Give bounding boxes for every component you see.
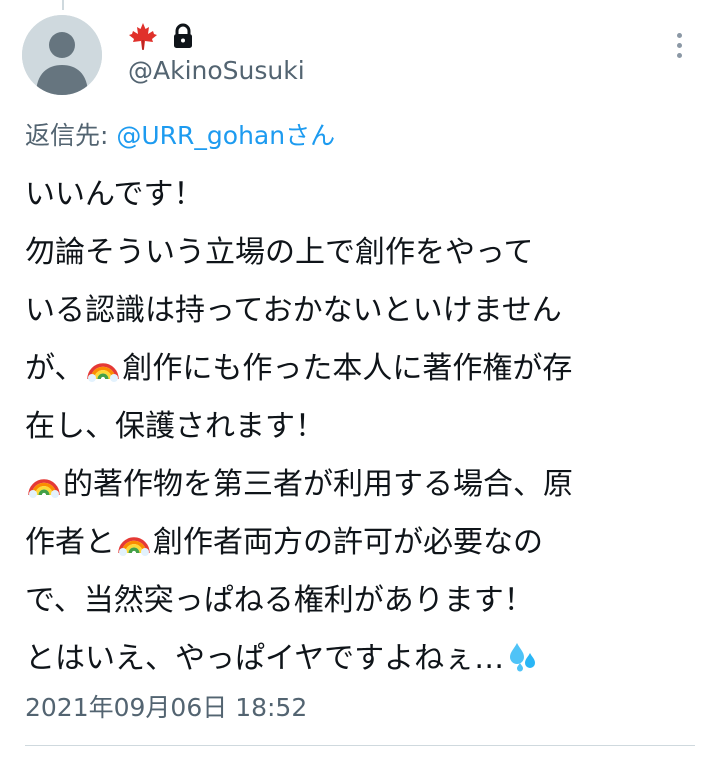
thread-connector-line	[62, 0, 64, 10]
tweet-line: 勿論そういう立場の上で創作をやって	[25, 224, 695, 282]
more-dot-icon	[676, 52, 682, 58]
maple-leaf-icon	[128, 21, 158, 51]
rainbow-emoji-icon	[27, 461, 61, 519]
tweet-line: が、 創作にも作った本人に著作権が存	[25, 340, 695, 398]
tweet-text-segment: 勿論そういう立場の上で創作をやって	[25, 235, 534, 270]
tweet-timestamp[interactable]: 2021年09月06日 18:52	[25, 688, 307, 724]
tweet-line: 的著作物を第三者が利用する場合、原	[25, 456, 695, 514]
author-handle[interactable]: @AkinoSusuki	[128, 56, 305, 85]
tweet-text-segment: いる認識は持っておかないといけません	[25, 293, 562, 328]
replying-to-label: 返信先:	[25, 121, 117, 150]
tweet-line: いいんです！	[25, 166, 695, 224]
default-avatar-icon	[22, 15, 102, 95]
tweet-text-segment: いいんです！	[25, 177, 204, 212]
reply-mention-link[interactable]: @URR_gohanさん	[116, 121, 335, 150]
author-display-name[interactable]	[128, 22, 194, 50]
rainbow-emoji-icon	[86, 345, 120, 403]
sweat-droplets-emoji-icon	[506, 635, 540, 693]
replying-to: 返信先: @URR_gohanさん	[25, 116, 335, 152]
avatar[interactable]	[22, 15, 102, 95]
tweet-text-segment: 作者と	[25, 525, 115, 560]
more-dot-icon	[676, 32, 682, 38]
tweet-line: いる認識は持っておかないといけません	[25, 282, 695, 340]
tweet-line: で、当然突っぱねる権利があります！	[25, 572, 695, 630]
tweet-line: 作者と 創作者両方の許可が必要なの	[25, 514, 695, 572]
tweet-line: 在し、保護されます！	[25, 398, 695, 456]
tweet-text-segment: が、	[25, 351, 85, 386]
tweet-text-segment: 創作にも作った本人に著作権が存	[122, 351, 573, 386]
rainbow-emoji-icon	[117, 519, 151, 577]
tweet-text: いいんです！ 勿論そういう立場の上で創作をやって いる認識は持っておかないといけませ…	[25, 166, 695, 688]
lock-icon	[172, 23, 194, 49]
tweet-text-segment: 的著作物を第三者が利用する場合、原	[63, 467, 573, 502]
more-dot-icon	[676, 42, 682, 48]
tweet-text-segment: で、当然突っぱねる権利があります！	[25, 583, 534, 618]
divider	[25, 745, 695, 746]
tweet-text-segment: 創作者両方の許可が必要なの	[153, 525, 543, 560]
tweet-text-segment: 在し、保護されます！	[25, 409, 325, 444]
more-options-button[interactable]	[664, 28, 694, 62]
tweet-line: とはいえ、やっぱイヤですよねぇ…	[25, 630, 695, 688]
tweet-text-segment: とはいえ、やっぱイヤですよねぇ…	[25, 641, 505, 676]
